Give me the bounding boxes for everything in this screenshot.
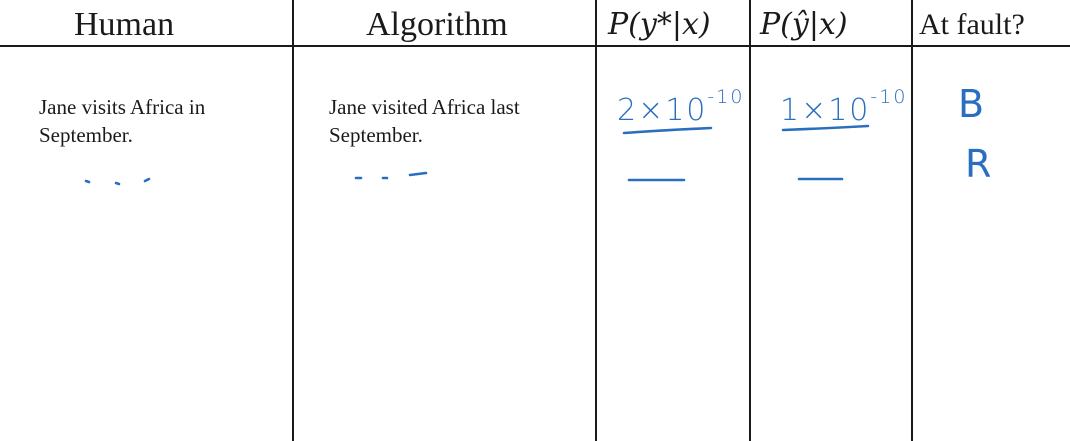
human-ellipsis-dot-2 bbox=[114, 181, 121, 186]
human-ellipsis-dot-3 bbox=[143, 177, 151, 183]
human-ellipsis-dot-1 bbox=[84, 179, 91, 184]
p-y-star-underline bbox=[622, 126, 713, 135]
handwritten-ink-marks bbox=[84, 124, 870, 186]
algorithm-ellipsis-dash-3 bbox=[408, 171, 428, 177]
p-y-hat-underline bbox=[781, 124, 870, 132]
